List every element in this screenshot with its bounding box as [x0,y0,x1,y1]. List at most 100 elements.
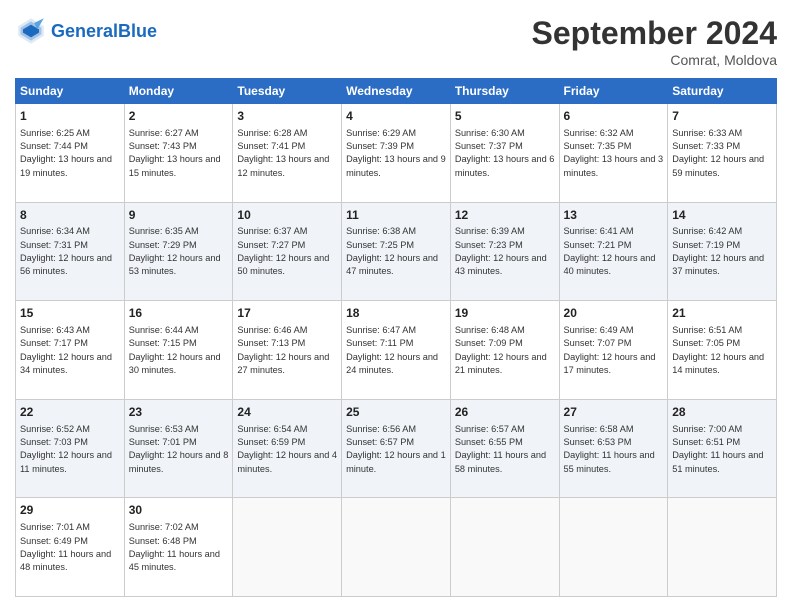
calendar-cell: 19 Sunrise: 6:48 AMSunset: 7:09 PMDayligh… [450,301,559,400]
calendar-cell: 16Sunrise: 6:44 AMSunset: 7:15 PMDayligh… [124,301,233,400]
calendar-cell: 12 Sunrise: 6:39 AMSunset: 7:23 PMDayligh… [450,202,559,301]
day-number: 13 [564,207,664,224]
day-info: Sunrise: 6:52 AMSunset: 7:03 PMDaylight:… [20,424,112,474]
day-info: Sunrise: 6:28 AMSunset: 7:41 PMDaylight:… [237,128,329,178]
day-number: 16 [129,305,229,322]
day-header-tuesday: Tuesday [233,79,342,104]
day-info: Sunrise: 6:42 AMSunset: 7:19 PMDaylight:… [672,226,764,276]
day-header-sunday: Sunday [16,79,125,104]
day-number: 6 [564,108,664,125]
day-info: Sunrise: 6:56 AMSunset: 6:57 PMDaylight:… [346,424,446,474]
day-number: 19 [455,305,555,322]
day-number: 3 [237,108,337,125]
day-number: 4 [346,108,446,125]
logo: GeneralBlue [15,15,157,47]
location: Comrat, Moldova [532,52,777,68]
day-info: Sunrise: 7:01 AMSunset: 6:49 PMDaylight:… [20,522,111,572]
calendar-cell: 4 Sunrise: 6:29 AMSunset: 7:39 PMDaylight… [342,104,451,203]
calendar-cell: 8 Sunrise: 6:34 AMSunset: 7:31 PMDaylight… [16,202,125,301]
day-number: 17 [237,305,337,322]
day-info: Sunrise: 6:35 AMSunset: 7:29 PMDaylight:… [129,226,221,276]
calendar-cell: 14 Sunrise: 6:42 AMSunset: 7:19 PMDayligh… [668,202,777,301]
day-info: Sunrise: 6:29 AMSunset: 7:39 PMDaylight:… [346,128,446,178]
calendar-cell: 21 Sunrise: 6:51 AMSunset: 7:05 PMDayligh… [668,301,777,400]
day-header-monday: Monday [124,79,233,104]
day-number: 14 [672,207,772,224]
header: GeneralBlue September 2024 Comrat, Moldo… [15,15,777,68]
day-number: 22 [20,404,120,421]
day-info: Sunrise: 6:30 AMSunset: 7:37 PMDaylight:… [455,128,555,178]
day-number: 23 [129,404,229,421]
calendar-cell: 25 Sunrise: 6:56 AMSunset: 6:57 PMDayligh… [342,399,451,498]
day-number: 20 [564,305,664,322]
calendar: SundayMondayTuesdayWednesdayThursdayFrid… [15,78,777,597]
day-number: 2 [129,108,229,125]
day-number: 18 [346,305,446,322]
calendar-cell [450,498,559,597]
calendar-cell: 15 Sunrise: 6:43 AMSunset: 7:17 PMDayligh… [16,301,125,400]
day-info: Sunrise: 6:32 AMSunset: 7:35 PMDaylight:… [564,128,664,178]
day-header-wednesday: Wednesday [342,79,451,104]
calendar-cell [559,498,668,597]
day-number: 7 [672,108,772,125]
calendar-cell: 22 Sunrise: 6:52 AMSunset: 7:03 PMDayligh… [16,399,125,498]
day-number: 25 [346,404,446,421]
day-info: Sunrise: 6:51 AMSunset: 7:05 PMDaylight:… [672,325,764,375]
day-info: Sunrise: 6:48 AMSunset: 7:09 PMDaylight:… [455,325,547,375]
calendar-cell: 30Sunrise: 7:02 AMSunset: 6:48 PMDayligh… [124,498,233,597]
day-info: Sunrise: 6:33 AMSunset: 7:33 PMDaylight:… [672,128,764,178]
day-info: Sunrise: 6:46 AMSunset: 7:13 PMDaylight:… [237,325,329,375]
page: GeneralBlue September 2024 Comrat, Moldo… [0,0,792,612]
day-number: 11 [346,207,446,224]
calendar-cell: 1 Sunrise: 6:25 AMSunset: 7:44 PMDaylight… [16,104,125,203]
day-header-friday: Friday [559,79,668,104]
calendar-cell: 11Sunrise: 6:38 AMSunset: 7:25 PMDayligh… [342,202,451,301]
calendar-cell: 27Sunrise: 6:58 AMSunset: 6:53 PMDayligh… [559,399,668,498]
day-number: 8 [20,207,120,224]
day-info: Sunrise: 6:25 AMSunset: 7:44 PMDaylight:… [20,128,112,178]
calendar-cell [342,498,451,597]
day-header-thursday: Thursday [450,79,559,104]
day-info: Sunrise: 6:43 AMSunset: 7:17 PMDaylight:… [20,325,112,375]
day-number: 21 [672,305,772,322]
day-number: 12 [455,207,555,224]
calendar-cell: 5 Sunrise: 6:30 AMSunset: 7:37 PMDaylight… [450,104,559,203]
day-info: Sunrise: 6:34 AMSunset: 7:31 PMDaylight:… [20,226,112,276]
calendar-cell: 6 Sunrise: 6:32 AMSunset: 7:35 PMDaylight… [559,104,668,203]
day-info: Sunrise: 6:53 AMSunset: 7:01 PMDaylight:… [129,424,229,474]
day-number: 29 [20,502,120,519]
calendar-cell: 24Sunrise: 6:54 AMSunset: 6:59 PMDayligh… [233,399,342,498]
calendar-cell: 17 Sunrise: 6:46 AMSunset: 7:13 PMDayligh… [233,301,342,400]
logo-icon [15,15,47,47]
day-number: 26 [455,404,555,421]
day-info: Sunrise: 6:39 AMSunset: 7:23 PMDaylight:… [455,226,547,276]
calendar-cell [668,498,777,597]
calendar-cell: 26 Sunrise: 6:57 AMSunset: 6:55 PMDayligh… [450,399,559,498]
calendar-cell: 3 Sunrise: 6:28 AMSunset: 7:41 PMDaylight… [233,104,342,203]
day-number: 28 [672,404,772,421]
day-info: Sunrise: 6:49 AMSunset: 7:07 PMDaylight:… [564,325,656,375]
logo-text: GeneralBlue [51,22,157,40]
day-info: Sunrise: 6:57 AMSunset: 6:55 PMDaylight:… [455,424,546,474]
day-number: 1 [20,108,120,125]
calendar-cell: 7 Sunrise: 6:33 AMSunset: 7:33 PMDaylight… [668,104,777,203]
day-number: 10 [237,207,337,224]
day-info: Sunrise: 7:00 AMSunset: 6:51 PMDaylight:… [672,424,763,474]
calendar-cell: 9Sunrise: 6:35 AMSunset: 7:29 PMDaylight… [124,202,233,301]
day-info: Sunrise: 6:27 AMSunset: 7:43 PMDaylight:… [129,128,221,178]
day-number: 15 [20,305,120,322]
day-info: Sunrise: 6:37 AMSunset: 7:27 PMDaylight:… [237,226,329,276]
day-number: 5 [455,108,555,125]
day-header-saturday: Saturday [668,79,777,104]
month-title: September 2024 [532,15,777,52]
calendar-cell: 29 Sunrise: 7:01 AMSunset: 6:49 PMDayligh… [16,498,125,597]
title-area: September 2024 Comrat, Moldova [532,15,777,68]
calendar-cell: 28 Sunrise: 7:00 AMSunset: 6:51 PMDayligh… [668,399,777,498]
calendar-cell: 13Sunrise: 6:41 AMSunset: 7:21 PMDayligh… [559,202,668,301]
day-info: Sunrise: 6:47 AMSunset: 7:11 PMDaylight:… [346,325,438,375]
calendar-cell: 10 Sunrise: 6:37 AMSunset: 7:27 PMDayligh… [233,202,342,301]
calendar-cell: 18 Sunrise: 6:47 AMSunset: 7:11 PMDayligh… [342,301,451,400]
calendar-cell [233,498,342,597]
day-number: 30 [129,502,229,519]
calendar-cell: 20 Sunrise: 6:49 AMSunset: 7:07 PMDayligh… [559,301,668,400]
